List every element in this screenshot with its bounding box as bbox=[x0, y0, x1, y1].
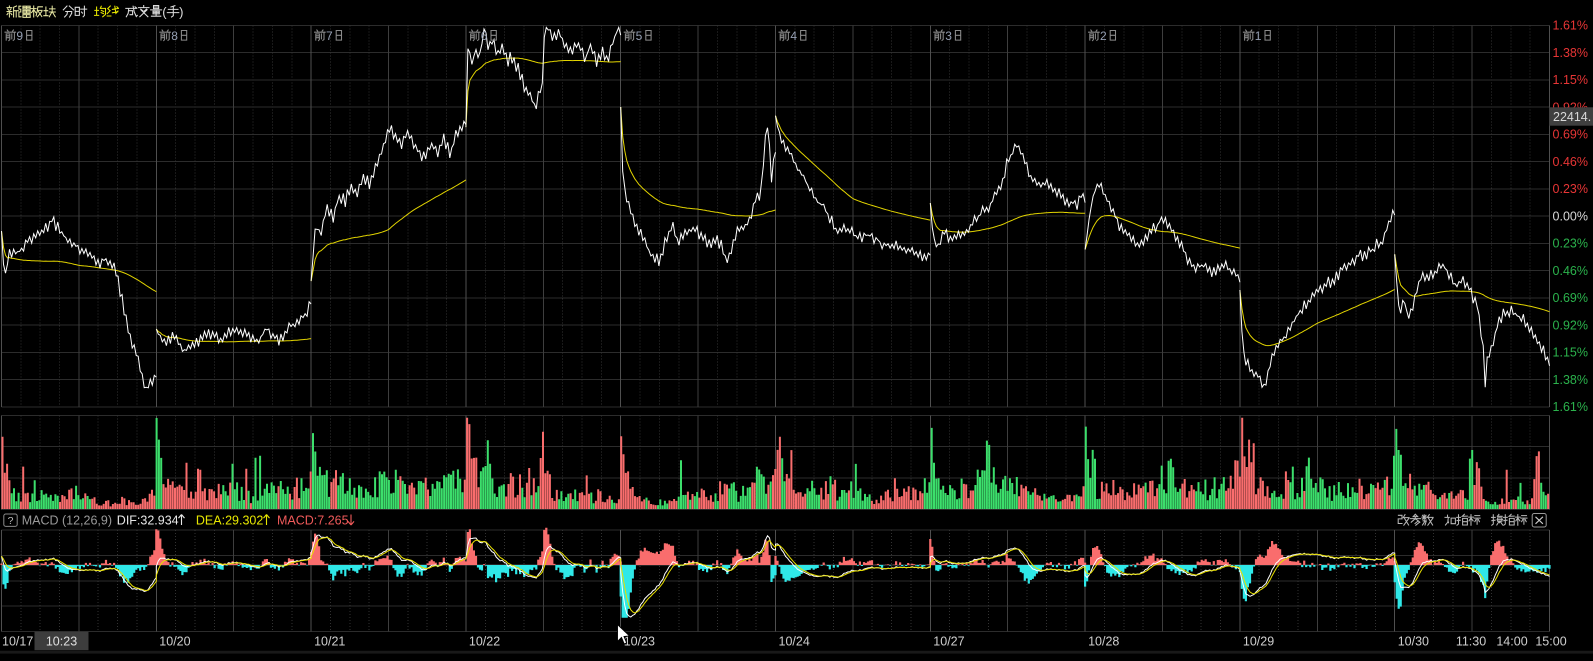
svg-text:7: 7 bbox=[326, 29, 333, 43]
svg-text:10:23: 10:23 bbox=[46, 635, 77, 649]
svg-text:10/30: 10/30 bbox=[1398, 635, 1429, 649]
svg-text:0.46%: 0.46% bbox=[1553, 264, 1588, 278]
svg-text:MACD (12,26,9): MACD (12,26,9) bbox=[22, 513, 112, 527]
svg-text:5: 5 bbox=[636, 29, 643, 43]
svg-text:0.92%: 0.92% bbox=[1553, 318, 1588, 332]
svg-text:6: 6 bbox=[481, 29, 488, 43]
svg-text:?: ? bbox=[8, 515, 14, 527]
svg-text:1.38%: 1.38% bbox=[1553, 373, 1588, 387]
svg-text:10/23: 10/23 bbox=[624, 635, 655, 649]
svg-text:MACD:7.265: MACD:7.265 bbox=[277, 513, 349, 527]
svg-text:(: ( bbox=[162, 5, 167, 20]
svg-text:10/29: 10/29 bbox=[1243, 635, 1274, 649]
svg-text:22414.: 22414. bbox=[1553, 110, 1591, 124]
svg-text:1: 1 bbox=[1255, 29, 1262, 43]
svg-text:0.23%: 0.23% bbox=[1553, 182, 1588, 196]
svg-text:15:00: 15:00 bbox=[1535, 635, 1566, 649]
svg-text:14:00: 14:00 bbox=[1496, 635, 1527, 649]
svg-text:0.69%: 0.69% bbox=[1553, 291, 1588, 305]
svg-text:DEA:29.302: DEA:29.302 bbox=[196, 513, 263, 527]
svg-text:1.38%: 1.38% bbox=[1553, 46, 1588, 60]
svg-text:0.23%: 0.23% bbox=[1553, 237, 1588, 251]
svg-text:0.69%: 0.69% bbox=[1553, 128, 1588, 142]
svg-text:0.00%: 0.00% bbox=[1553, 209, 1588, 223]
svg-text:2: 2 bbox=[1100, 29, 1107, 43]
svg-text:10/28: 10/28 bbox=[1088, 635, 1119, 649]
svg-text:): ) bbox=[179, 5, 183, 20]
svg-text:10/22: 10/22 bbox=[469, 635, 500, 649]
svg-text:10/24: 10/24 bbox=[779, 635, 810, 649]
svg-text:8: 8 bbox=[171, 29, 178, 43]
svg-text:3: 3 bbox=[945, 29, 952, 43]
svg-text:1.61%: 1.61% bbox=[1553, 400, 1588, 414]
svg-text:10/27: 10/27 bbox=[933, 635, 964, 649]
svg-text:DIF:32.934: DIF:32.934 bbox=[117, 513, 179, 527]
svg-text:4: 4 bbox=[790, 29, 797, 43]
svg-text:1.15%: 1.15% bbox=[1553, 346, 1588, 360]
svg-text:9: 9 bbox=[16, 29, 23, 43]
svg-text:10/21: 10/21 bbox=[314, 635, 345, 649]
svg-text:1.61%: 1.61% bbox=[1553, 19, 1588, 33]
svg-text:11:30: 11:30 bbox=[1456, 635, 1486, 649]
svg-text:10/17: 10/17 bbox=[2, 635, 33, 649]
svg-text:10/20: 10/20 bbox=[159, 635, 190, 649]
svg-text:1.15%: 1.15% bbox=[1553, 73, 1588, 87]
svg-text:0.46%: 0.46% bbox=[1553, 155, 1588, 169]
